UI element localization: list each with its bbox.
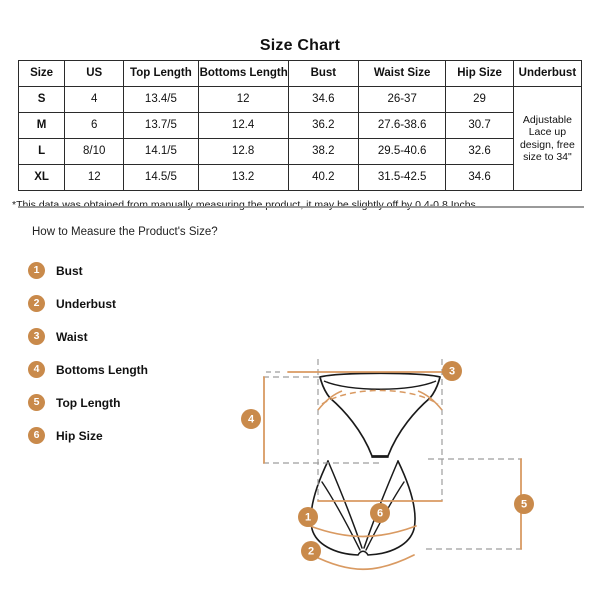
column-header-bottoms-length: Bottoms Length — [197, 60, 289, 87]
list-item: 2 Underbust — [28, 287, 238, 320]
column-header-hip-size: Hip Size — [445, 60, 514, 87]
cell-size: XL — [17, 164, 66, 191]
list-item: 3 Waist — [28, 320, 238, 353]
cell-us: 12 — [64, 164, 125, 191]
cell-hip-size: 29 — [445, 86, 514, 113]
cell-waist-size: 31.5-42.5 — [358, 164, 447, 191]
cell-us: 4 — [64, 86, 125, 113]
diagram-marker-label: 4 — [248, 414, 255, 426]
cell-size: L — [17, 138, 66, 165]
page-title: Size Chart — [259, 37, 341, 54]
cell-top-length: 13.4/5 — [123, 86, 199, 113]
diagram-marker-1-bust: 1 — [298, 507, 318, 527]
how-to-measure-heading: How to Measure the Product's Size? — [32, 226, 218, 238]
diagram-marker-label: 2 — [308, 546, 314, 558]
table-header-row: Size US Top Length Bottoms Length Bust W… — [17, 60, 583, 87]
legend-item-label: Hip Size — [56, 428, 103, 443]
table-row: M 6 13.7/5 12.4 36.2 27.6-38.6 30.7 — [17, 112, 582, 139]
column-header-size: Size — [17, 60, 66, 87]
list-item: 4 Bottoms Length — [28, 353, 238, 386]
legend-badge-icon: 1 — [28, 262, 45, 279]
diagram-marker-2-underbust: 2 — [301, 541, 321, 561]
legend-item-label: Bust — [56, 263, 83, 278]
legend-badge-icon: 6 — [28, 427, 45, 444]
size-table: Size US Top Length Bottoms Length Bust W… — [17, 60, 583, 191]
cell-waist-size: 26-37 — [358, 86, 447, 113]
legend-badge-icon: 3 — [28, 328, 45, 345]
legend-item-label: Waist — [56, 329, 88, 344]
column-header-underbust: Underbust — [512, 60, 583, 87]
diagram-marker-3-waist: 3 — [442, 361, 462, 381]
diagram-marker-label: 3 — [449, 366, 455, 378]
legend-badge-icon: 5 — [28, 394, 45, 411]
cell-hip-size: 32.6 — [445, 138, 514, 165]
bust-measure-line — [309, 525, 417, 538]
diagram-marker-5-top-length: 5 — [514, 494, 534, 514]
legend-badge-icon: 4 — [28, 361, 45, 378]
cell-hip-size: 30.7 — [445, 112, 514, 139]
cell-bottoms-length: 12.4 — [197, 112, 289, 139]
column-header-waist-size: Waist Size — [358, 60, 447, 87]
size-table-container: Size US Top Length Bottoms Length Bust W… — [0, 56, 600, 191]
column-header-us: US — [64, 60, 125, 87]
table-row: L 8/10 14.1/5 12.8 38.2 29.5-40.6 32.6 — [17, 138, 582, 165]
cell-us: 8/10 — [64, 138, 125, 165]
legend-item-label: Top Length — [56, 395, 121, 410]
cell-bust: 38.2 — [287, 138, 360, 165]
cell-bottoms-length: 12.8 — [197, 138, 289, 165]
diagram-marker-6-hip-size: 6 — [370, 503, 390, 523]
list-item: 6 Hip Size — [28, 419, 238, 452]
table-row: S 4 13.4/5 12 34.6 26-37 29 Adjustable L… — [17, 86, 583, 191]
diagram-marker-label: 6 — [377, 508, 383, 520]
cell-top-length: 14.1/5 — [123, 138, 199, 165]
diagram-marker-label: 1 — [305, 512, 311, 524]
how-to-measure-section: How to Measure the Product's Size? 1 Bus… — [0, 214, 600, 600]
garment-diagram-svg: 1 2 5 3 4 6 — [241, 359, 534, 570]
legend-badge-icon: 2 — [28, 295, 45, 312]
section-divider — [18, 206, 584, 208]
cell-bust: 36.2 — [287, 112, 360, 139]
cell-bust: 34.6 — [287, 86, 360, 113]
bikini-bottoms-diagram: 3 4 6 — [241, 359, 462, 523]
cell-bottoms-length: 13.2 — [197, 164, 289, 191]
bikini-top-diagram: 1 2 5 — [298, 458, 534, 570]
garment-diagram-area: 1 2 5 3 4 6 — [230, 214, 600, 600]
cell-bottoms-length: 12 — [197, 86, 289, 113]
cell-bust: 40.2 — [287, 164, 360, 191]
column-header-bust: Bust — [287, 60, 360, 87]
cell-hip-size: 34.6 — [445, 164, 514, 191]
size-chart-section: Size Chart Size US Top Length Bottoms Le… — [0, 0, 600, 213]
table-row: XL 12 14.5/5 13.2 40.2 31.5-42.5 34.6 — [17, 164, 582, 191]
legend-item-label: Underbust — [56, 296, 116, 311]
diagram-marker-label: 5 — [521, 499, 527, 511]
cell-size: M — [17, 112, 66, 139]
cell-waist-size: 29.5-40.6 — [358, 138, 447, 165]
cell-us: 6 — [64, 112, 125, 139]
measurement-legend-list: 1 Bust 2 Underbust 3 Waist 4 Bottoms Len… — [28, 254, 238, 452]
cell-top-length: 14.5/5 — [123, 164, 199, 191]
legend-item-label: Bottoms Length — [56, 362, 148, 377]
cell-waist-size: 27.6-38.6 — [358, 112, 447, 139]
cell-underbust-merged: Adjustable Lace up design, free size to … — [512, 86, 583, 191]
cell-top-length: 13.7/5 — [123, 112, 199, 139]
diagram-marker-4-bottoms-length: 4 — [241, 409, 261, 429]
list-item: 1 Bust — [28, 254, 238, 287]
measurement-disclaimer-note: *This data was obtained from manually me… — [12, 199, 479, 211]
cell-size: S — [17, 86, 66, 113]
underbust-measure-line — [311, 554, 415, 570]
list-item: 5 Top Length — [28, 386, 238, 419]
bikini-top-center-knot — [357, 550, 369, 556]
column-header-top-length: Top Length — [123, 60, 199, 87]
